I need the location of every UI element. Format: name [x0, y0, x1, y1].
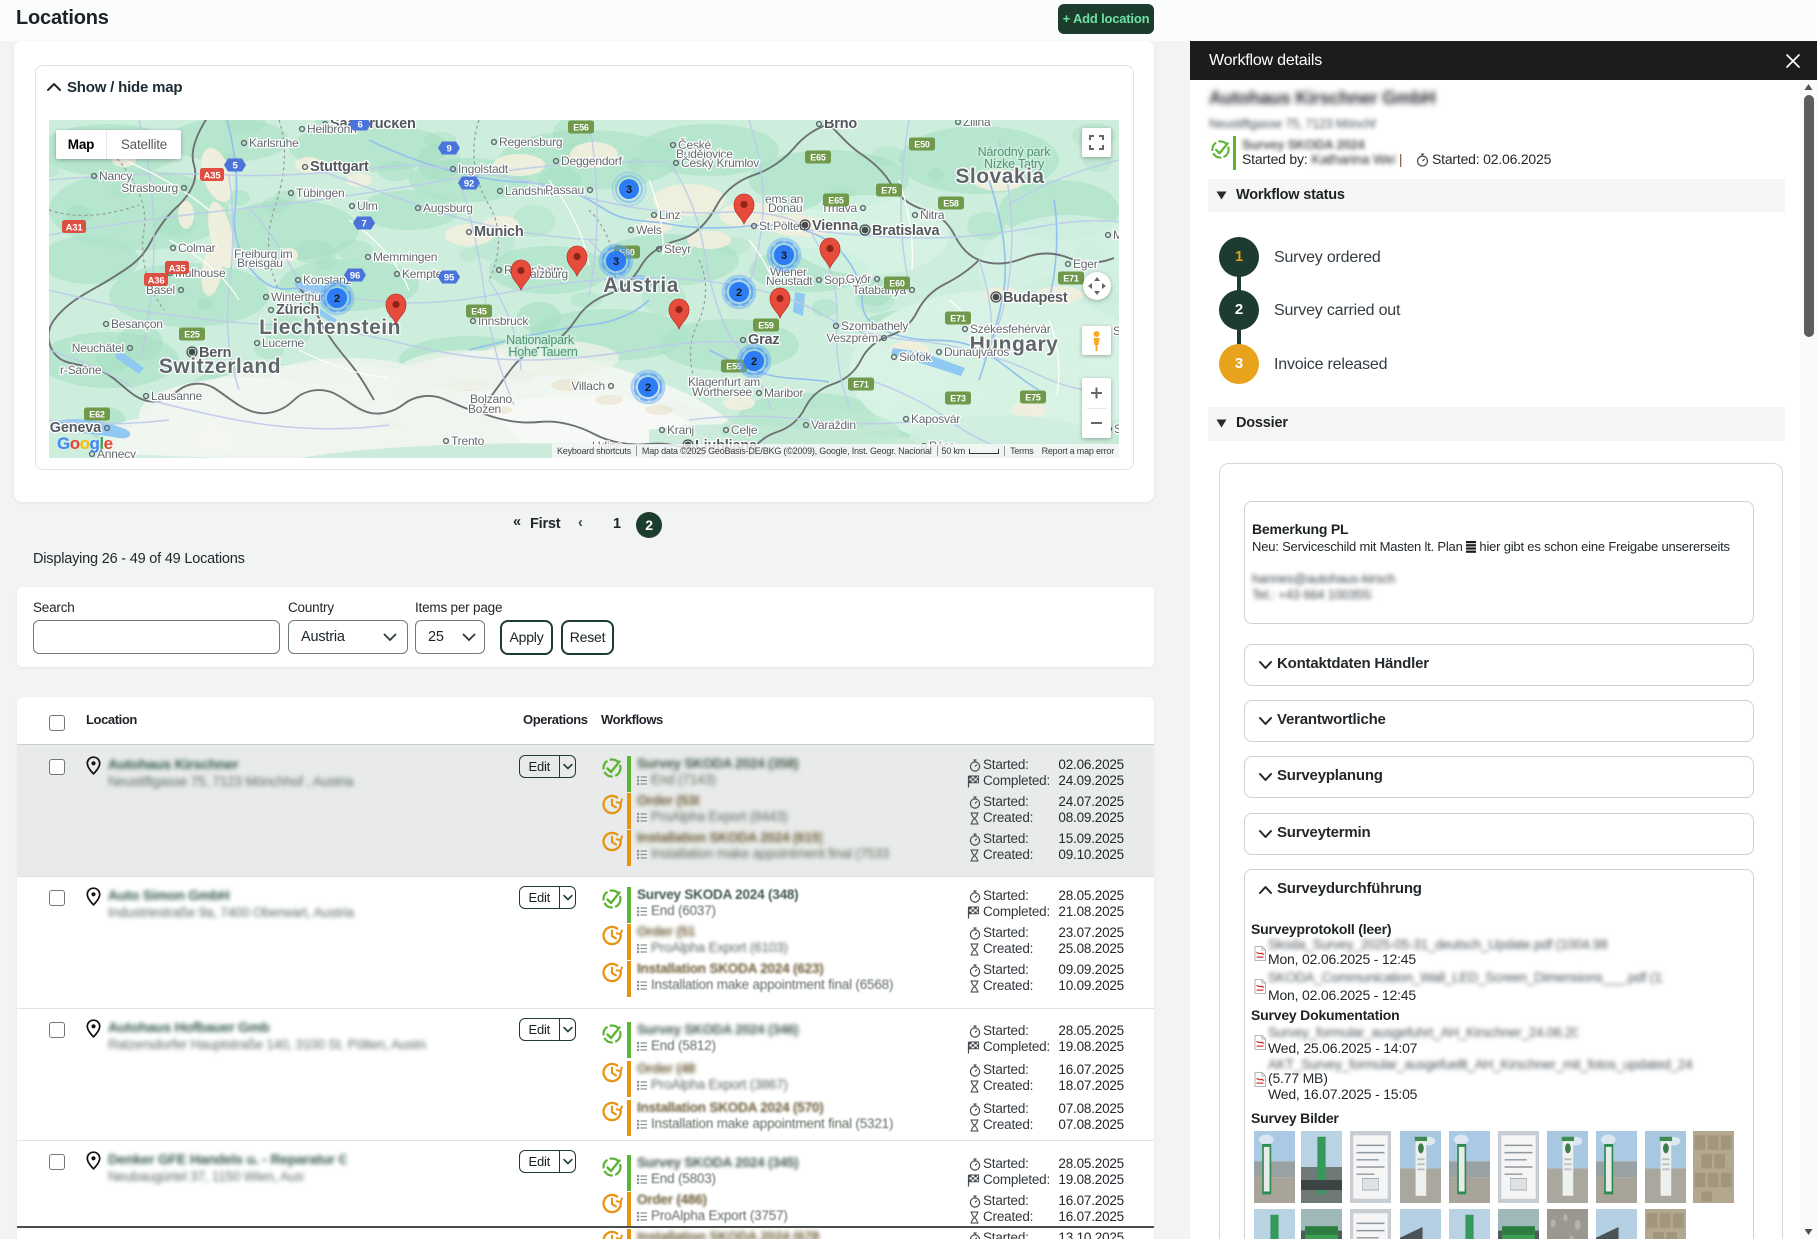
svg-text:Český Krumlov: Český Krumlov — [681, 155, 759, 170]
svg-text:Budapest: Budapest — [1003, 290, 1068, 306]
svg-text:Veszprém: Veszprém — [826, 331, 878, 345]
svg-text:92: 92 — [464, 179, 474, 190]
svg-text:96: 96 — [350, 271, 360, 282]
svg-text:Dunaújváros: Dunaújváros — [944, 345, 1009, 359]
svg-text:Žilina: Žilina — [963, 120, 991, 129]
svg-text:7: 7 — [361, 219, 366, 230]
svg-text:Passau: Passau — [545, 183, 584, 197]
svg-text:E59: E59 — [758, 321, 774, 331]
svg-text:Vienna: Vienna — [812, 218, 859, 234]
svg-text:Memmingen: Memmingen — [373, 250, 437, 264]
svg-text:Neustadt: Neustadt — [766, 274, 813, 288]
svg-text:2: 2 — [334, 293, 340, 305]
svg-text:E60: E60 — [889, 279, 905, 289]
svg-text:Wörthersee: Wörthersee — [692, 385, 753, 399]
svg-text:Neuchâtel: Neuchâtel — [72, 341, 124, 355]
svg-text:E58: E58 — [943, 199, 959, 209]
svg-text:Breisgau: Breisgau — [237, 256, 283, 270]
svg-text:E73: E73 — [950, 394, 966, 404]
svg-text:Switzerland: Switzerland — [159, 355, 281, 378]
svg-text:Celje: Celje — [731, 423, 758, 437]
svg-text:3: 3 — [626, 184, 632, 196]
svg-text:Donau: Donau — [768, 201, 802, 215]
svg-text:E71: E71 — [950, 314, 966, 324]
svg-text:9: 9 — [446, 144, 451, 155]
svg-text:Lausanne: Lausanne — [151, 389, 203, 403]
svg-text:Stuttgart: Stuttgart — [310, 159, 369, 175]
svg-text:Colmar: Colmar — [178, 241, 216, 255]
svg-text:E50: E50 — [914, 140, 930, 150]
svg-text:Szolnc: Szolnc — [1113, 324, 1119, 338]
svg-text:E65: E65 — [828, 196, 844, 206]
svg-text:Ulm: Ulm — [357, 199, 378, 213]
svg-text:E75: E75 — [881, 186, 897, 196]
svg-text:E45: E45 — [471, 307, 487, 317]
svg-text:Kaposvár: Kaposvár — [911, 412, 960, 426]
svg-text:Tübingen: Tübingen — [296, 186, 344, 200]
svg-text:Augsburg: Augsburg — [423, 201, 473, 215]
svg-text:St.Pölten: St.Pölten — [759, 219, 806, 233]
svg-text:Munich: Munich — [474, 224, 524, 240]
svg-text:r-Saône: r-Saône — [60, 363, 102, 377]
svg-text:6: 6 — [357, 120, 362, 131]
svg-text:E71: E71 — [1063, 274, 1079, 284]
svg-text:2: 2 — [645, 382, 651, 394]
svg-text:Kranj: Kranj — [667, 423, 694, 437]
svg-text:alzburg: alzburg — [530, 267, 568, 281]
svg-text:2: 2 — [751, 356, 757, 368]
svg-text:Villach: Villach — [571, 379, 605, 393]
svg-text:Miskc: Miskc — [1113, 228, 1119, 242]
svg-text:Bratislava: Bratislava — [872, 223, 940, 239]
svg-text:E71: E71 — [853, 380, 869, 390]
svg-text:A31: A31 — [66, 223, 84, 234]
svg-text:E25: E25 — [184, 330, 200, 340]
svg-text:Karlsruhe: Karlsruhe — [249, 136, 299, 150]
svg-text:95: 95 — [444, 273, 455, 284]
svg-text:A35: A35 — [169, 264, 187, 275]
svg-text:2: 2 — [736, 287, 742, 299]
svg-text:Wels: Wels — [636, 223, 662, 237]
svg-text:Steyr: Steyr — [664, 242, 691, 256]
svg-text:Ingolstadt: Ingolstadt — [458, 162, 509, 176]
svg-text:Varaždin: Varaždin — [811, 418, 856, 432]
svg-text:A35: A35 — [204, 171, 222, 182]
svg-text:Eger: Eger — [1073, 257, 1098, 271]
svg-text:E75: E75 — [1025, 393, 1041, 403]
svg-text:3: 3 — [613, 256, 619, 268]
svg-text:Besançon: Besançon — [111, 317, 163, 331]
svg-text:A36: A36 — [148, 276, 165, 287]
svg-text:Linz: Linz — [659, 208, 680, 222]
svg-text:Maribor: Maribor — [764, 386, 803, 400]
svg-text:Deggendorf: Deggendorf — [561, 154, 623, 168]
svg-text:Szeged: Szeged — [1114, 422, 1119, 436]
svg-text:E56: E56 — [573, 123, 589, 133]
svg-text:Hohe Tauern: Hohe Tauern — [508, 345, 577, 359]
svg-text:Regensburg: Regensburg — [499, 135, 562, 149]
svg-text:Trento: Trento — [451, 434, 485, 448]
svg-text:Lucerne: Lucerne — [262, 336, 304, 350]
svg-text:Strasbourg: Strasbourg — [121, 181, 178, 195]
svg-text:Nitra: Nitra — [920, 208, 945, 222]
svg-text:E65: E65 — [810, 153, 826, 163]
svg-text:Slovakia: Slovakia — [955, 165, 1044, 188]
svg-text:3: 3 — [781, 250, 787, 262]
svg-text:Bozen: Bozen — [468, 402, 501, 416]
svg-text:Brno: Brno — [824, 120, 857, 132]
svg-text:Siófok: Siófok — [899, 350, 932, 364]
svg-text:E62: E62 — [89, 410, 105, 420]
